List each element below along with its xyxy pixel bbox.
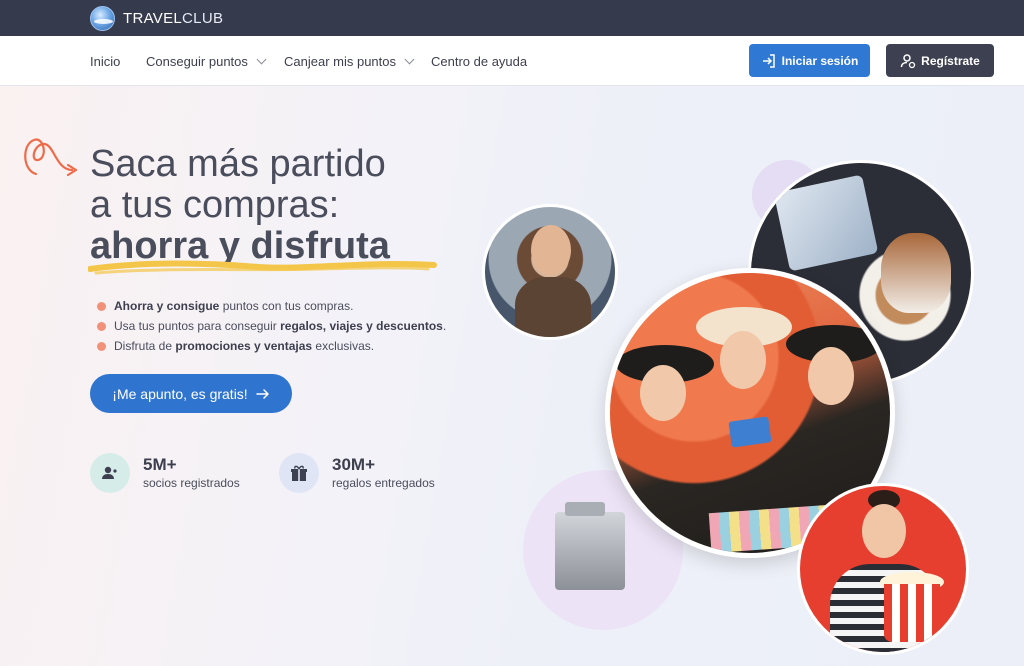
headline-line-2: a tus compras: (90, 184, 340, 226)
stat-gifts-number: 30M+ (332, 455, 375, 474)
bullet-dot-icon (97, 301, 106, 311)
list-item: Disfruta de promociones y ventajas exclu… (97, 336, 446, 356)
chevron-down-icon (404, 54, 415, 65)
list-item: Usa tus puntos para conseguir regalos, v… (97, 316, 446, 336)
login-icon (762, 53, 775, 68)
register-button[interactable]: Regístrate (886, 44, 994, 77)
hero-headline: Saca más partido a tus compras: ahorra y… (90, 144, 390, 267)
nav-canjear-puntos[interactable]: Canjear mis puntos (284, 54, 415, 69)
brand-name-light: CLUB (182, 10, 224, 27)
gift-icon (279, 453, 319, 493)
photo-surprised-woman-popcorn (797, 483, 969, 655)
stat-members-number: 5M+ (143, 455, 177, 474)
login-button-label: Iniciar sesión (781, 53, 859, 68)
nav-conseguir-puntos-label: Conseguir puntos (146, 54, 248, 69)
users-icon (90, 453, 130, 493)
stat-gifts: 30M+ regalos entregados (279, 453, 435, 493)
bullet-dot-icon (97, 341, 106, 351)
nav-inicio-label: Inicio (90, 54, 121, 69)
login-button[interactable]: Iniciar sesión (749, 44, 870, 77)
benefits-list: Ahorra y consigue puntos con tus compras… (97, 296, 446, 356)
signup-cta-button[interactable]: ¡Me apunto, es gratis! (90, 374, 292, 413)
chevron-down-icon (256, 54, 267, 65)
brand-name: TRAVELCLUB (123, 10, 223, 27)
nav-inicio[interactable]: Inicio (90, 54, 120, 69)
swirl-arrow-icon (24, 138, 78, 177)
headline-line-1: Saca más partido (90, 143, 386, 185)
register-button-label: Regístrate (921, 53, 980, 68)
globe-logo-icon (90, 6, 115, 31)
top-brand-bar: TRAVELCLUB (0, 0, 1024, 36)
arrow-right-icon (255, 388, 269, 399)
bullet-dot-icon (97, 321, 106, 331)
brand-logo[interactable]: TRAVELCLUB (90, 6, 223, 31)
photo-excited-woman (482, 204, 618, 340)
user-add-icon (900, 53, 916, 68)
brush-underline (88, 260, 437, 275)
stat-members: 5M+ socios registrados (90, 453, 240, 493)
signup-cta-label: ¡Me apunto, es gratis! (112, 385, 248, 402)
nav-centro-ayuda-label: Centro de ayuda (431, 54, 528, 69)
nav-canjear-puntos-label: Canjear mis puntos (284, 54, 396, 69)
nav-centro-ayuda[interactable]: Centro de ayuda (431, 54, 527, 69)
brand-name-bold: TRAVEL (123, 10, 183, 27)
stat-members-label: socios registrados (143, 476, 240, 490)
stat-gifts-label: regalos entregados (332, 476, 435, 490)
nav-conseguir-puntos[interactable]: Conseguir puntos (146, 54, 267, 69)
main-navbar: Inicio Conseguir puntos Canjear mis punt… (0, 36, 1024, 86)
list-item: Ahorra y consigue puntos con tus compras… (97, 296, 446, 316)
